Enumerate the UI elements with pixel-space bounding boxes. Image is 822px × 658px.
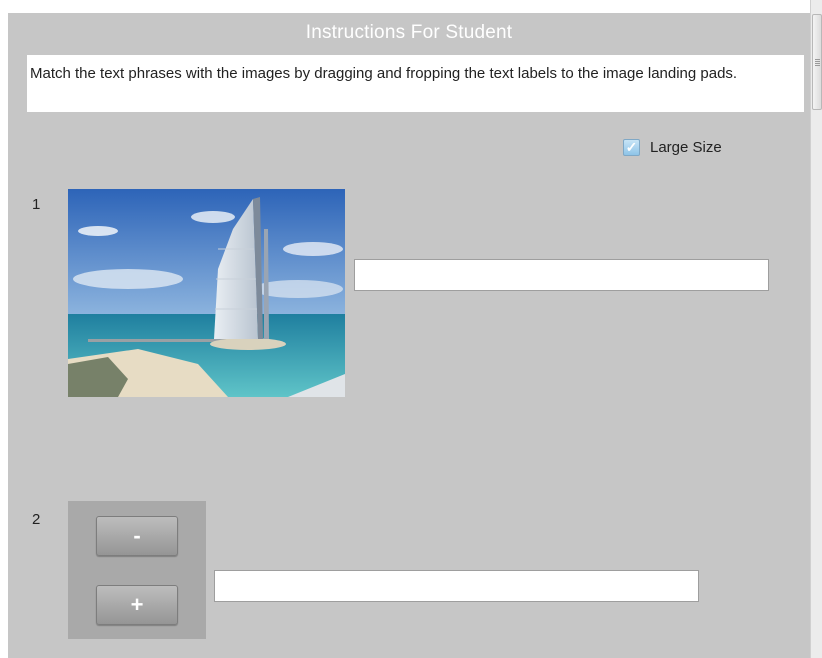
item-number-1: 1 <box>32 196 41 213</box>
zoom-controls: - + <box>68 501 206 639</box>
panel-title: Instructions For Student <box>305 22 513 43</box>
activity-panel: Instructions For Student Match the text … <box>8 13 810 658</box>
zoom-out-button[interactable]: - <box>96 516 178 556</box>
hotel-photo-icon <box>68 189 345 397</box>
scroll-thumb[interactable] <box>812 14 822 110</box>
zoom-in-button[interactable]: + <box>96 585 178 625</box>
landing-pad-1[interactable] <box>354 259 769 291</box>
instructions-text: Match the text phrases with the images b… <box>27 55 804 112</box>
large-size-toggle[interactable]: ✓ Large Size <box>623 137 722 157</box>
burj-al-arab-image <box>68 189 345 397</box>
landing-pad-2[interactable] <box>214 570 699 602</box>
vertical-scrollbar[interactable] <box>810 0 822 658</box>
item-number-2: 2 <box>32 511 41 528</box>
checkbox-checked-icon[interactable]: ✓ <box>623 138 640 156</box>
large-size-label: Large Size <box>650 138 722 156</box>
